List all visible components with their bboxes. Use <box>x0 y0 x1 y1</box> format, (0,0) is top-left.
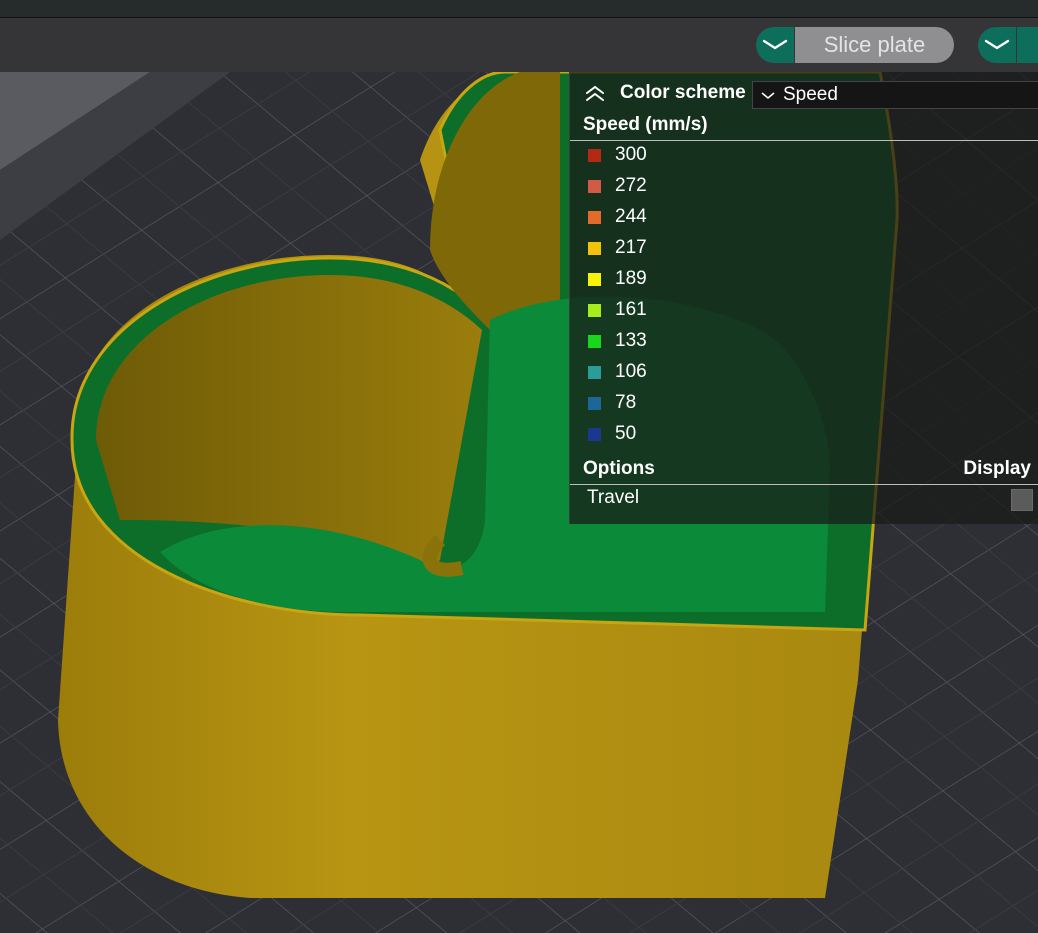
legend-value: 106 <box>615 361 647 382</box>
chevron-down-icon <box>762 39 788 50</box>
legend-item: 106 <box>588 360 647 384</box>
divider <box>570 140 1038 141</box>
color-swatch <box>588 272 601 286</box>
travel-label: Travel <box>587 487 640 508</box>
color-scheme-select[interactable]: Speed <box>752 81 1038 109</box>
legend-value: 50 <box>615 423 637 444</box>
legend-item: 217 <box>588 236 647 260</box>
display-title: Display <box>963 458 1031 479</box>
color-swatch <box>588 210 601 224</box>
slice-dropdown-toggle[interactable] <box>756 27 794 63</box>
color-swatch <box>588 179 601 193</box>
legend-item: 50 <box>588 422 636 446</box>
print-plate-button[interactable] <box>1017 27 1038 63</box>
color-swatch <box>588 427 601 441</box>
color-swatch <box>588 365 601 379</box>
print-dropdown-toggle[interactable] <box>978 27 1016 63</box>
legend-value: 161 <box>615 299 647 320</box>
speed-title: Speed (mm/s) <box>583 114 708 135</box>
color-scheme-label: Color scheme <box>620 82 746 103</box>
color-swatch <box>588 396 601 410</box>
chevron-down-icon <box>761 91 775 99</box>
color-swatch <box>588 241 601 255</box>
legend-item: 78 <box>588 391 636 415</box>
travel-display-checkbox[interactable] <box>1011 489 1033 511</box>
legend-value: 244 <box>615 206 647 227</box>
legend-value: 189 <box>615 268 647 289</box>
title-strip <box>0 0 1038 18</box>
color-swatch <box>588 334 601 348</box>
legend-item: 189 <box>588 267 647 291</box>
legend-value: 272 <box>615 175 647 196</box>
color-swatch <box>588 148 601 162</box>
legend-item: 244 <box>588 205 647 229</box>
chevron-down-icon <box>984 39 1010 50</box>
legend-value: 78 <box>615 392 637 413</box>
color-scheme-legend: Color scheme Speed Speed (mm/s) 300 272 … <box>569 72 1038 524</box>
legend-value: 300 <box>615 144 647 165</box>
legend-item: 300 <box>588 143 647 167</box>
legend-header: Color scheme Speed <box>570 72 1038 116</box>
color-swatch <box>588 303 601 317</box>
legend-item: 133 <box>588 329 647 353</box>
color-scheme-value: Speed <box>783 84 838 105</box>
legend-item: 272 <box>588 174 647 198</box>
chevron-up-double-icon[interactable] <box>584 84 606 102</box>
legend-value: 217 <box>615 237 647 258</box>
options-title: Options <box>583 458 655 479</box>
slice-plate-button[interactable]: Slice plate <box>795 27 954 63</box>
legend-item: 161 <box>588 298 647 322</box>
legend-value: 133 <box>615 330 647 351</box>
divider <box>570 484 1038 485</box>
